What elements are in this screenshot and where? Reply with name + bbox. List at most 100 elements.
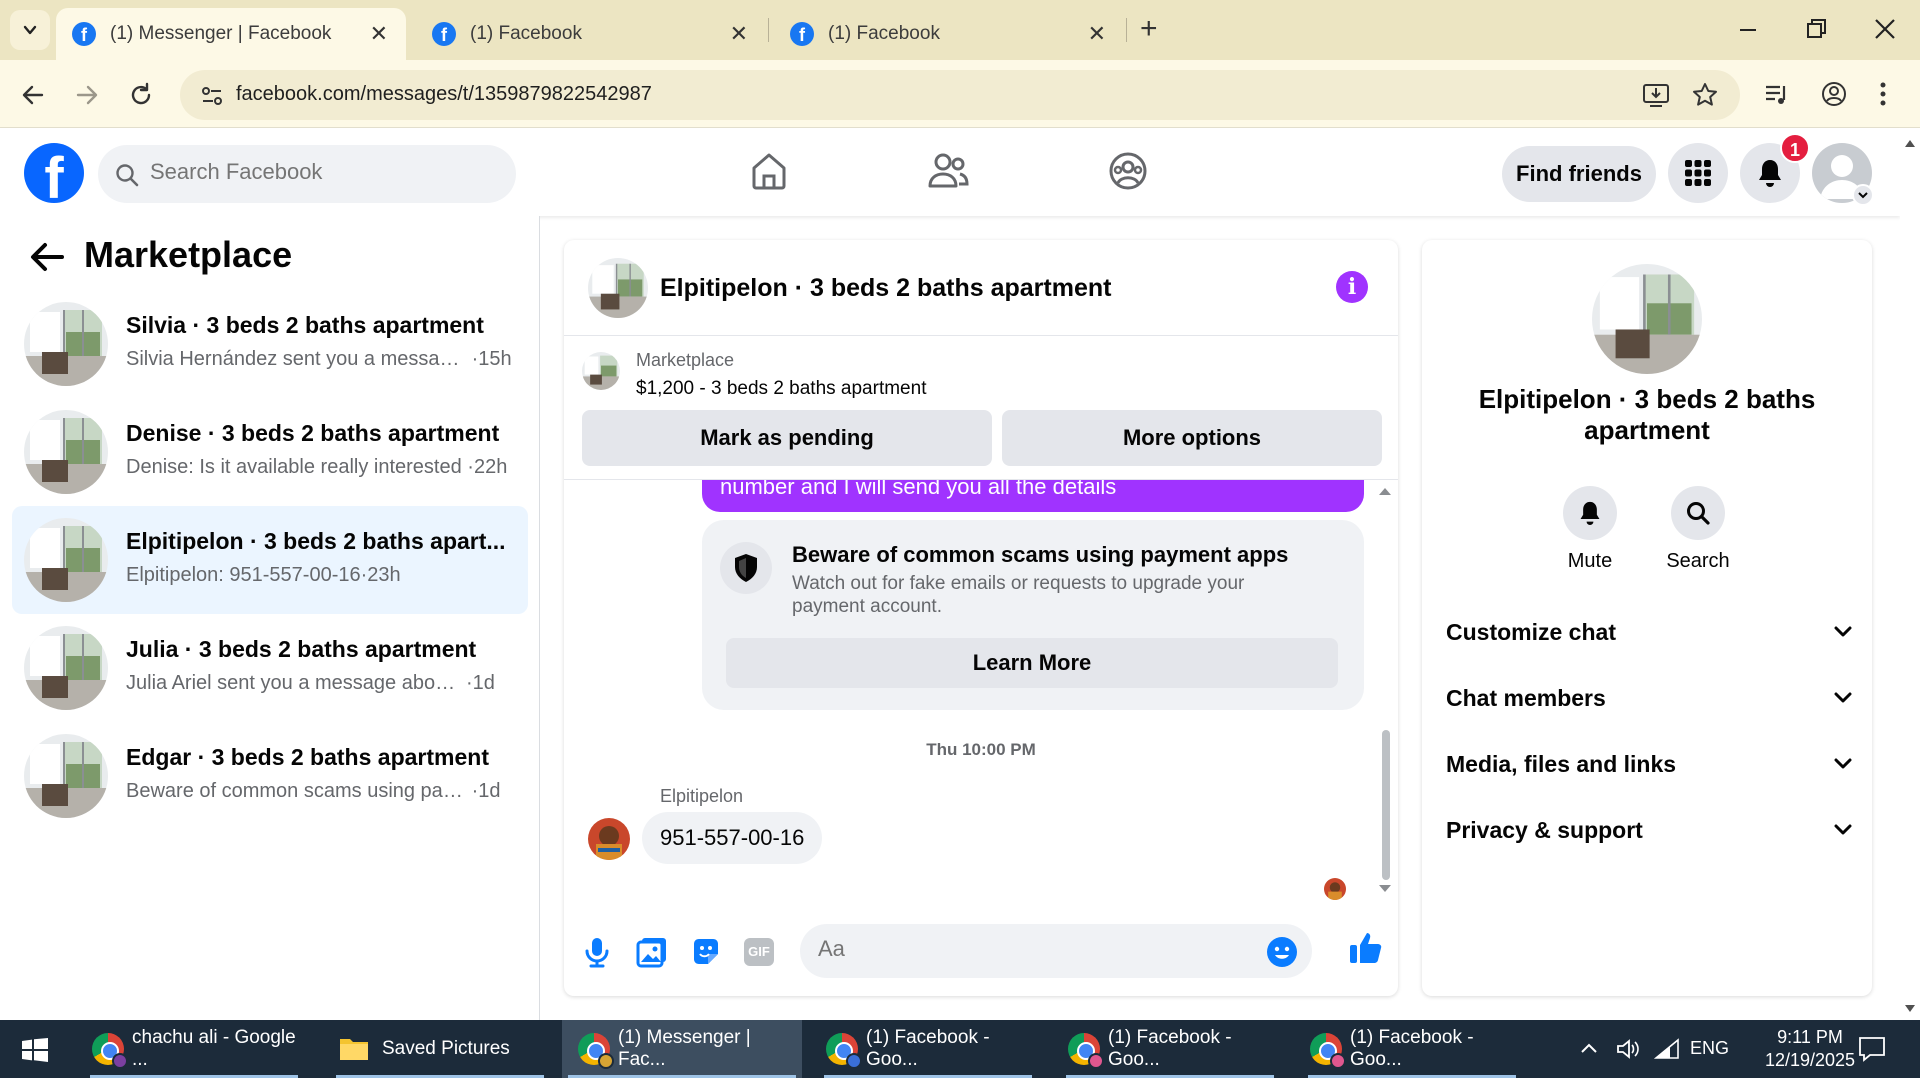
learn-more-button[interactable]: Learn More (726, 638, 1338, 688)
scroll-down-icon[interactable] (1378, 884, 1392, 894)
mark-as-pending-button[interactable]: Mark as pending (582, 410, 992, 466)
taskbar-messenger-window[interactable]: (1) Messenger | Fac... (562, 1020, 802, 1078)
conversation-item[interactable]: Edgar · 3 beds 2 baths apartment Beware … (12, 722, 528, 830)
search-input[interactable] (150, 159, 490, 185)
info-icon[interactable]: i (1336, 271, 1368, 303)
facebook-logo[interactable]: f (24, 143, 84, 203)
account-dropdown[interactable] (1852, 184, 1874, 206)
chevron-up-icon[interactable] (1580, 1042, 1598, 1054)
back-arrow-icon[interactable] (20, 82, 46, 108)
address-bar[interactable]: facebook.com/messages/t/1359879822542987 (180, 70, 1740, 120)
tab-messenger[interactable]: f (1) Messenger | Facebook ✕ (56, 8, 406, 60)
outgoing-message-bubble[interactable]: number and I will send you all the detai… (702, 480, 1364, 512)
facebook-search[interactable] (98, 145, 516, 203)
listing-thumbnail[interactable] (582, 352, 620, 390)
chevron-down-icon (1834, 758, 1852, 769)
gif-icon[interactable]: GIF (744, 938, 774, 966)
browser-toolbar: facebook.com/messages/t/1359879822542987 (0, 60, 1920, 128)
thread-scrollbar[interactable] (1376, 480, 1394, 900)
minimize-icon[interactable] (1738, 18, 1758, 38)
taskbar-chrome-window[interactable]: chachu ali - Google ... (84, 1020, 304, 1078)
restore-icon[interactable] (1806, 18, 1828, 40)
incoming-message-bubble[interactable]: 951-557-00-16 (642, 812, 823, 864)
section-label: Customize chat (1446, 618, 1616, 645)
taskbar-label: (1) Facebook - Goo... (1350, 1027, 1474, 1070)
forward-arrow-icon[interactable] (74, 82, 100, 108)
volume-icon[interactable] (1616, 1038, 1640, 1060)
bookmark-star-icon[interactable] (1692, 82, 1718, 108)
taskbar-facebook-window[interactable]: (1) Facebook - Goo... (1060, 1020, 1280, 1078)
windows-start-icon[interactable] (22, 1038, 48, 1062)
section-label: Privacy & support (1446, 816, 1643, 843)
tab-separator (768, 18, 769, 42)
conversation-item[interactable]: Silvia · 3 beds 2 baths apartment Silvia… (12, 290, 528, 398)
clock[interactable]: 9:11 PM 12/19/2025 (1752, 1026, 1868, 1072)
sticker-icon[interactable] (690, 936, 722, 968)
taskbar-folder-window[interactable]: Saved Pictures (330, 1020, 550, 1078)
sender-name: Elpitipelon (660, 786, 744, 806)
scroll-down-icon[interactable] (1904, 1004, 1916, 1014)
chevron-down-icon (1834, 626, 1852, 637)
close-tab-icon[interactable]: ✕ (370, 21, 388, 47)
search-action[interactable]: Search (1648, 486, 1748, 573)
conversation-item[interactable]: Denise · 3 beds 2 baths apartment Denise… (12, 398, 528, 506)
customize-chat-section[interactable]: Customize chat (1446, 612, 1852, 652)
tab-facebook-2[interactable]: f (1) Facebook ✕ (774, 8, 1124, 60)
chrome-icon (1310, 1033, 1346, 1069)
scroll-up-icon[interactable] (1378, 486, 1392, 496)
message-input-box[interactable] (800, 924, 1312, 978)
taskbar-facebook-window[interactable]: (1) Facebook - Goo... (818, 1020, 1038, 1078)
menu-button[interactable] (1668, 143, 1728, 203)
mute-action[interactable]: Mute (1540, 486, 1640, 573)
page-scrollbar[interactable] (1900, 128, 1920, 1020)
more-menu-icon[interactable] (1878, 80, 1888, 108)
marketplace-listing-bar: Marketplace $1,200 - 3 beds 2 baths apar… (564, 336, 1398, 480)
taskbar-label: (1) Facebook - Goo... (1108, 1027, 1232, 1070)
tab-separator (1126, 18, 1127, 42)
chrome-icon (1068, 1033, 1104, 1069)
apartment-thumbnail (24, 518, 108, 602)
back-arrow-icon[interactable] (30, 242, 64, 272)
message-input[interactable] (818, 936, 1218, 962)
home-icon[interactable] (748, 150, 790, 192)
install-app-icon[interactable] (1642, 82, 1670, 108)
language-indicator[interactable]: ENG (1690, 1038, 1729, 1059)
more-options-button[interactable]: More options (1002, 410, 1382, 466)
photo-icon[interactable] (636, 936, 668, 968)
microphone-icon[interactable] (582, 936, 612, 968)
conversation-item[interactable]: Julia · 3 beds 2 baths apartment Julia A… (12, 614, 528, 722)
search-label: Search (1666, 550, 1730, 572)
reload-icon[interactable] (128, 82, 154, 108)
privacy-support-section[interactable]: Privacy & support (1446, 810, 1852, 850)
scrollbar-thumb[interactable] (1382, 730, 1390, 880)
chat-avatar[interactable] (588, 258, 648, 318)
url-text[interactable]: facebook.com/messages/t/1359879822542987 (236, 83, 652, 106)
new-tab-button[interactable]: + (1140, 12, 1158, 46)
taskbar-facebook-window[interactable]: (1) Facebook - Goo... (1302, 1020, 1522, 1078)
groups-icon[interactable] (1107, 150, 1149, 192)
close-tab-icon[interactable]: ✕ (730, 21, 748, 47)
profile-icon[interactable] (1820, 80, 1848, 108)
tab-facebook-1[interactable]: f (1) Facebook ✕ (416, 8, 766, 60)
emoji-icon[interactable] (1266, 936, 1298, 968)
wifi-icon[interactable] (1654, 1038, 1680, 1060)
site-settings-icon[interactable] (200, 84, 224, 108)
media-files-links-section[interactable]: Media, files and links (1446, 744, 1852, 784)
sender-avatar[interactable] (588, 818, 630, 860)
conversation-item-selected[interactable]: Elpitipelon · 3 beds 2 baths apart... El… (12, 506, 528, 614)
close-tab-icon[interactable]: ✕ (1088, 21, 1106, 47)
apartment-thumbnail (24, 734, 108, 818)
bell-icon (1759, 160, 1781, 187)
find-friends-button[interactable]: Find friends (1502, 146, 1656, 202)
thumbs-up-icon[interactable] (1348, 930, 1384, 966)
close-window-icon[interactable] (1874, 18, 1896, 40)
listing-price-title[interactable]: $1,200 - 3 beds 2 baths apartment (636, 378, 926, 400)
media-controls-icon[interactable] (1764, 82, 1790, 108)
details-avatar[interactable] (1592, 264, 1702, 374)
chat-members-section[interactable]: Chat members (1446, 678, 1852, 718)
chat-title[interactable]: Elpitipelon · 3 beds 2 baths apartment (660, 274, 1111, 303)
notification-center-icon[interactable] (1858, 1036, 1886, 1062)
friends-icon[interactable] (926, 150, 970, 192)
scroll-up-icon[interactable] (1904, 138, 1916, 148)
tab-search-button[interactable] (10, 10, 50, 50)
